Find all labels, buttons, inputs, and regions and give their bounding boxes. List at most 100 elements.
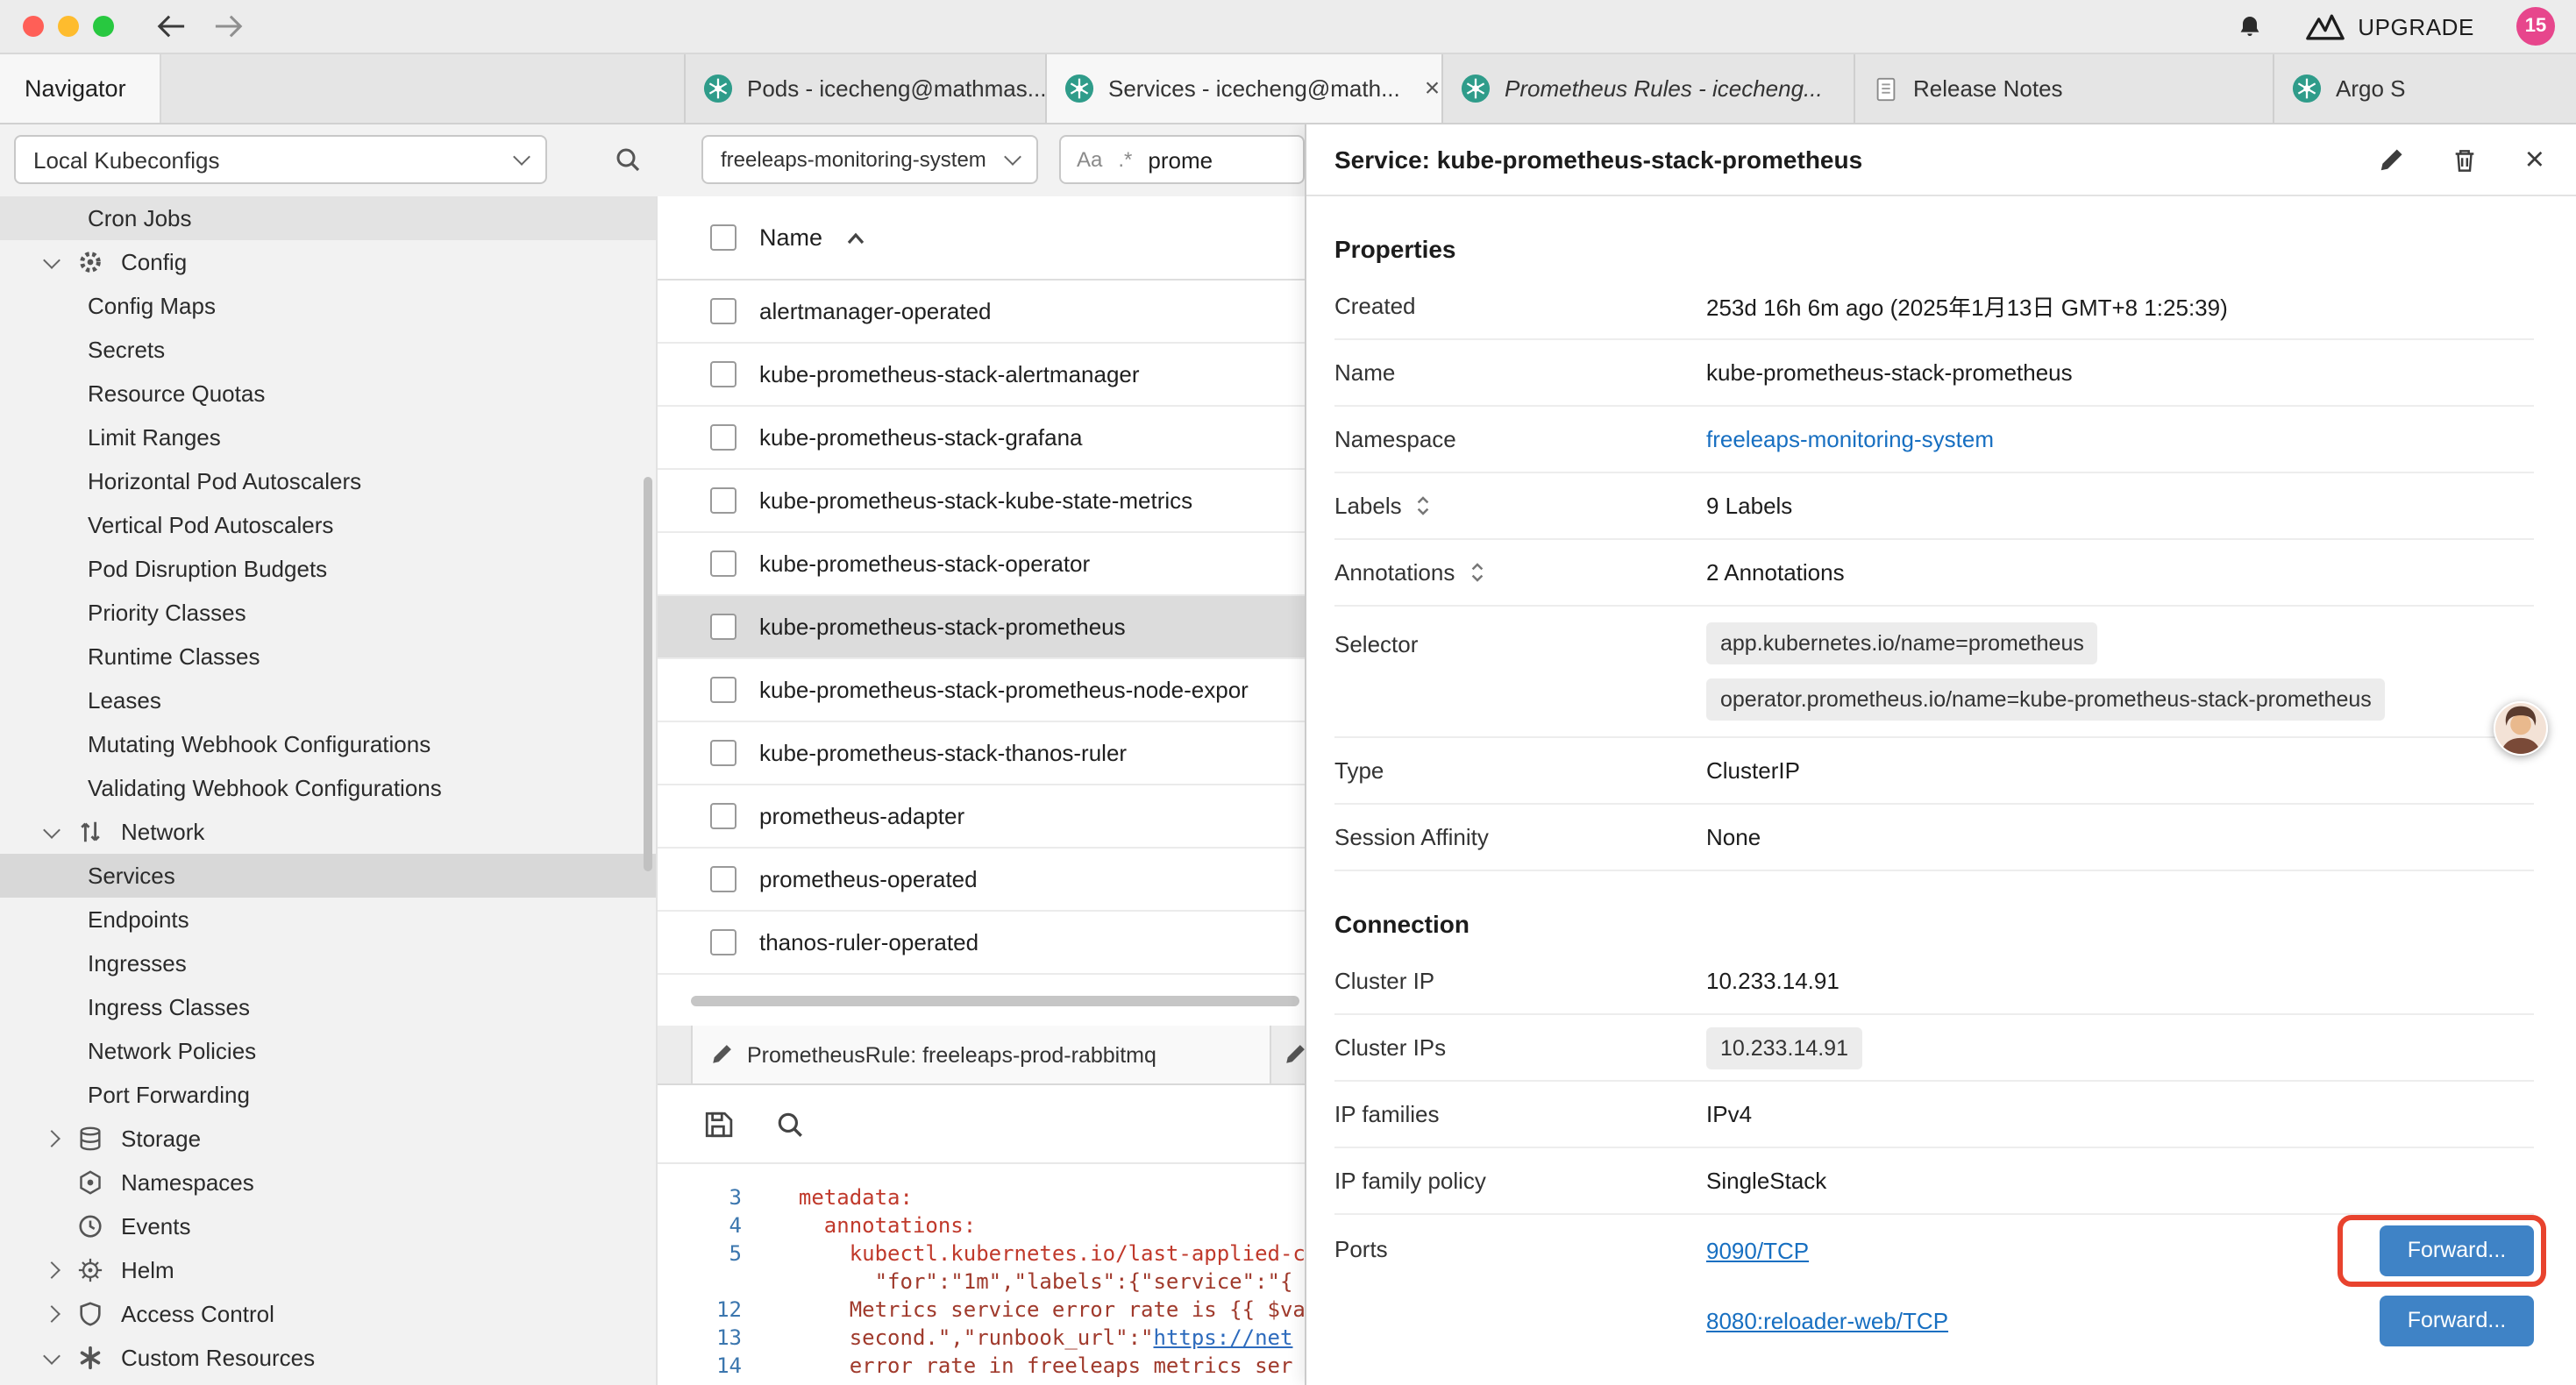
table-row[interactable]: kube-prometheus-stack-prometheus-node-ex…: [658, 659, 1305, 722]
sidebar-item-validating-webhook-configurations[interactable]: Validating Webhook Configurations: [0, 766, 656, 810]
save-icon[interactable]: [703, 1109, 733, 1139]
row-checkbox[interactable]: [710, 487, 737, 514]
upgrade-button[interactable]: UPGRADE: [2305, 13, 2474, 39]
chevron-down-icon[interactable]: [42, 259, 61, 266]
port-link[interactable]: 9090/TCP: [1706, 1237, 1809, 1263]
sidebar-scrollbar[interactable]: [644, 477, 652, 871]
close-window-button[interactable]: [23, 16, 44, 37]
runbook-url-link[interactable]: https://net: [1154, 1325, 1293, 1350]
sidebar-item-network[interactable]: Network: [0, 810, 656, 854]
match-case-toggle[interactable]: Aa: [1077, 147, 1102, 172]
row-checkbox[interactable]: [710, 298, 737, 324]
tab-pods[interactable]: Pods - icecheng@mathmas...: [684, 54, 1045, 123]
dock-tab-partial[interactable]: [1271, 1026, 1305, 1083]
row-checkbox[interactable]: [710, 614, 737, 640]
port-link[interactable]: 8080:reloader-web/TCP: [1706, 1307, 1948, 1333]
table-row[interactable]: kube-prometheus-stack-alertmanager: [658, 344, 1305, 407]
chevron-right-icon[interactable]: [42, 1308, 61, 1320]
sidebar-item-horizontal-pod-autoscalers[interactable]: Horizontal Pod Autoscalers: [0, 459, 656, 503]
sidebar-item-access-control[interactable]: Access Control: [0, 1292, 656, 1336]
sidebar-item-definitions[interactable]: Definitions: [0, 1380, 656, 1385]
sidebar-item-resource-quotas[interactable]: Resource Quotas: [0, 372, 656, 416]
sidebar-item-namespaces[interactable]: Namespaces: [0, 1161, 656, 1204]
sidebar-item-port-forwarding[interactable]: Port Forwarding: [0, 1073, 656, 1117]
namespace-selector[interactable]: freeleaps-monitoring-system: [701, 135, 1038, 184]
sidebar-item-secrets[interactable]: Secrets: [0, 328, 656, 372]
row-checkbox[interactable]: [710, 361, 737, 387]
table-row[interactable]: prometheus-adapter: [658, 785, 1305, 849]
sidebar-item-ingress-classes[interactable]: Ingress Classes: [0, 985, 656, 1029]
kubeconfig-selector[interactable]: Local Kubeconfigs: [14, 135, 547, 184]
sidebar-item-custom-resources[interactable]: Custom Resources: [0, 1336, 656, 1380]
row-checkbox[interactable]: [710, 550, 737, 577]
edit-pencil-icon[interactable]: [2378, 146, 2404, 173]
sidebar-item-ingresses[interactable]: Ingresses: [0, 941, 656, 985]
sidebar-item-runtime-classes[interactable]: Runtime Classes: [0, 635, 656, 678]
forward-port-button[interactable]: Forward...: [2380, 1225, 2534, 1275]
sidebar-item-pod-disruption-budgets[interactable]: Pod Disruption Budgets: [0, 547, 656, 591]
yaml-editor[interactable]: 3 metadata: 4 annotations: 5 kubectl.kub…: [658, 1164, 1305, 1385]
editor-search-icon[interactable]: [775, 1109, 805, 1139]
regex-toggle[interactable]: .*: [1118, 147, 1132, 172]
row-checkbox[interactable]: [710, 929, 737, 955]
sidebar-item-mutating-webhook-configurations[interactable]: Mutating Webhook Configurations: [0, 722, 656, 766]
user-avatar[interactable]: [2494, 701, 2548, 756]
sidebar-item-leases[interactable]: Leases: [0, 678, 656, 722]
close-tab-icon[interactable]: ×: [1414, 75, 1441, 102]
table-row[interactable]: prometheus-operated: [658, 849, 1305, 912]
sidebar-item-helm[interactable]: Helm: [0, 1248, 656, 1292]
chevron-right-icon[interactable]: [42, 1264, 61, 1276]
table-row[interactable]: kube-prometheus-stack-thanos-ruler: [658, 722, 1305, 785]
namespace-link[interactable]: freeleaps-monitoring-system: [1706, 426, 1994, 452]
sidebar-item-network-policies[interactable]: Network Policies: [0, 1029, 656, 1073]
sidebar-item-storage[interactable]: Storage: [0, 1117, 656, 1161]
table-search-input[interactable]: Aa .* prome: [1059, 135, 1305, 184]
sidebar-item-label: Namespaces: [121, 1169, 254, 1196]
navigator-panel-tab[interactable]: Navigator: [0, 54, 161, 123]
sidebar-item-services[interactable]: Services: [0, 854, 656, 898]
trash-icon[interactable]: [2451, 146, 2478, 173]
table-row[interactable]: kube-prometheus-stack-kube-state-metrics: [658, 470, 1305, 533]
forward-port-button[interactable]: Forward...: [2380, 1295, 2534, 1346]
chevron-down-icon[interactable]: [42, 828, 61, 835]
sidebar-item-endpoints[interactable]: Endpoints: [0, 898, 656, 941]
notification-count-badge[interactable]: 15: [2516, 7, 2555, 46]
forward-arrow-icon[interactable]: [214, 14, 244, 39]
sidebar-item-vertical-pod-autoscalers[interactable]: Vertical Pod Autoscalers: [0, 503, 656, 547]
row-checkbox[interactable]: [710, 677, 737, 703]
row-checkbox[interactable]: [710, 424, 737, 451]
name-column-header[interactable]: Name: [759, 224, 822, 251]
expand-collapse-icon[interactable]: [1469, 561, 1484, 584]
dock-tab-prometheusrule[interactable]: PrometheusRule: freeleaps-prod-rabbitmq: [691, 1026, 1271, 1083]
sort-ascending-icon[interactable]: [845, 231, 866, 245]
chevron-down-icon[interactable]: [42, 1354, 61, 1361]
back-arrow-icon[interactable]: [156, 14, 186, 39]
sidebar-item-events[interactable]: Events: [0, 1204, 656, 1248]
table-row[interactable]: thanos-ruler-operated: [658, 912, 1305, 975]
expand-collapse-icon[interactable]: [1416, 494, 1432, 517]
close-panel-icon[interactable]: ×: [2525, 143, 2544, 176]
tab-prometheus-rules[interactable]: Prometheus Rules - icecheng...: [1441, 54, 1854, 123]
sidebar-search-icon[interactable]: [614, 146, 642, 174]
maximize-window-button[interactable]: [93, 16, 114, 37]
row-checkbox[interactable]: [710, 866, 737, 892]
table-row[interactable]: alertmanager-operated: [658, 281, 1305, 344]
table-row[interactable]: kube-prometheus-stack-operator: [658, 533, 1305, 596]
horizontal-scrollbar[interactable]: [691, 996, 1299, 1006]
sidebar-item-limit-ranges[interactable]: Limit Ranges: [0, 416, 656, 459]
tab-release-notes[interactable]: Release Notes: [1854, 54, 2273, 123]
table-row-selected[interactable]: kube-prometheus-stack-prometheus: [658, 596, 1305, 659]
tab-services[interactable]: Services - icecheng@math... ×: [1045, 54, 1441, 123]
sidebar-item-priority-classes[interactable]: Priority Classes: [0, 591, 656, 635]
sidebar-item-config-maps[interactable]: Config Maps: [0, 284, 656, 328]
tab-argo[interactable]: Argo S: [2273, 54, 2576, 123]
sidebar-item-config[interactable]: Config: [0, 240, 656, 284]
table-row[interactable]: kube-prometheus-stack-grafana: [658, 407, 1305, 470]
notifications-bell-icon[interactable]: [2235, 11, 2263, 41]
chevron-right-icon[interactable]: [42, 1133, 61, 1145]
sidebar-item-cron-jobs[interactable]: Cron Jobs: [0, 196, 656, 240]
select-all-checkbox[interactable]: [710, 224, 737, 251]
row-checkbox[interactable]: [710, 803, 737, 829]
row-checkbox[interactable]: [710, 740, 737, 766]
minimize-window-button[interactable]: [58, 16, 79, 37]
